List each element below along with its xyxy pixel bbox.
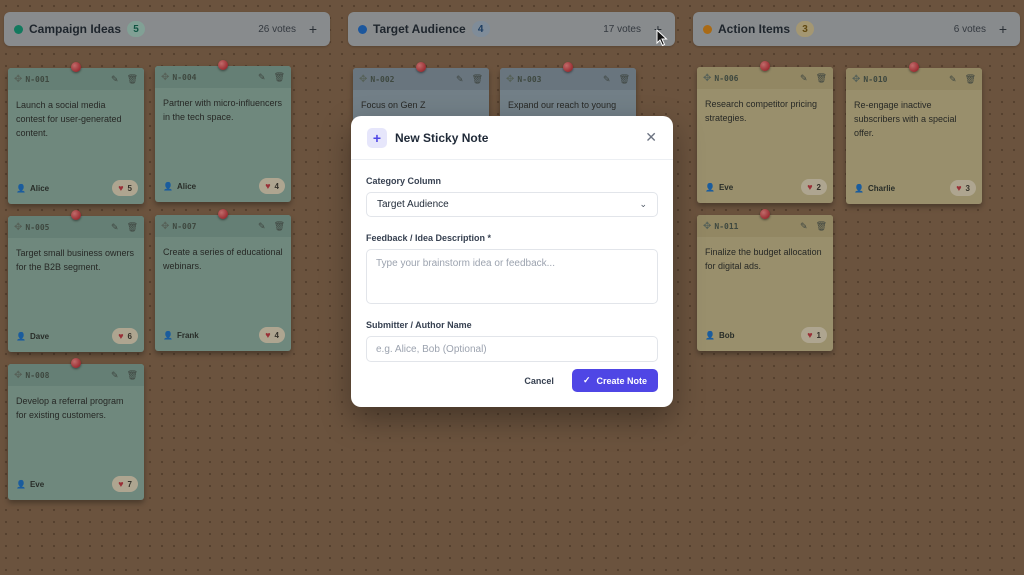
close-icon[interactable]: ✕ bbox=[645, 129, 657, 146]
cancel-button[interactable]: Cancel bbox=[524, 376, 554, 386]
create-note-label: Create Note bbox=[596, 375, 647, 386]
category-select[interactable]: Target Audience ⌄ bbox=[366, 192, 658, 217]
mouse-cursor-icon bbox=[656, 29, 668, 47]
plus-icon: + bbox=[367, 127, 387, 148]
new-note-dialog: + New Sticky Note ✕ Category Column Targ… bbox=[351, 116, 673, 407]
description-label: Feedback / Idea Description * bbox=[366, 233, 492, 243]
dialog-header: + New Sticky Note ✕ bbox=[351, 116, 673, 160]
chevron-down-icon: ⌄ bbox=[639, 199, 647, 209]
category-label: Category Column bbox=[366, 176, 442, 186]
category-selected-value: Target Audience bbox=[377, 199, 449, 210]
description-textarea[interactable] bbox=[366, 249, 658, 304]
create-note-button[interactable]: ✓ Create Note bbox=[571, 369, 658, 392]
check-icon: ✓ bbox=[582, 375, 591, 385]
dialog-title: New Sticky Note bbox=[395, 130, 489, 145]
author-input[interactable] bbox=[366, 336, 658, 362]
author-label: Submitter / Author Name bbox=[366, 320, 472, 330]
